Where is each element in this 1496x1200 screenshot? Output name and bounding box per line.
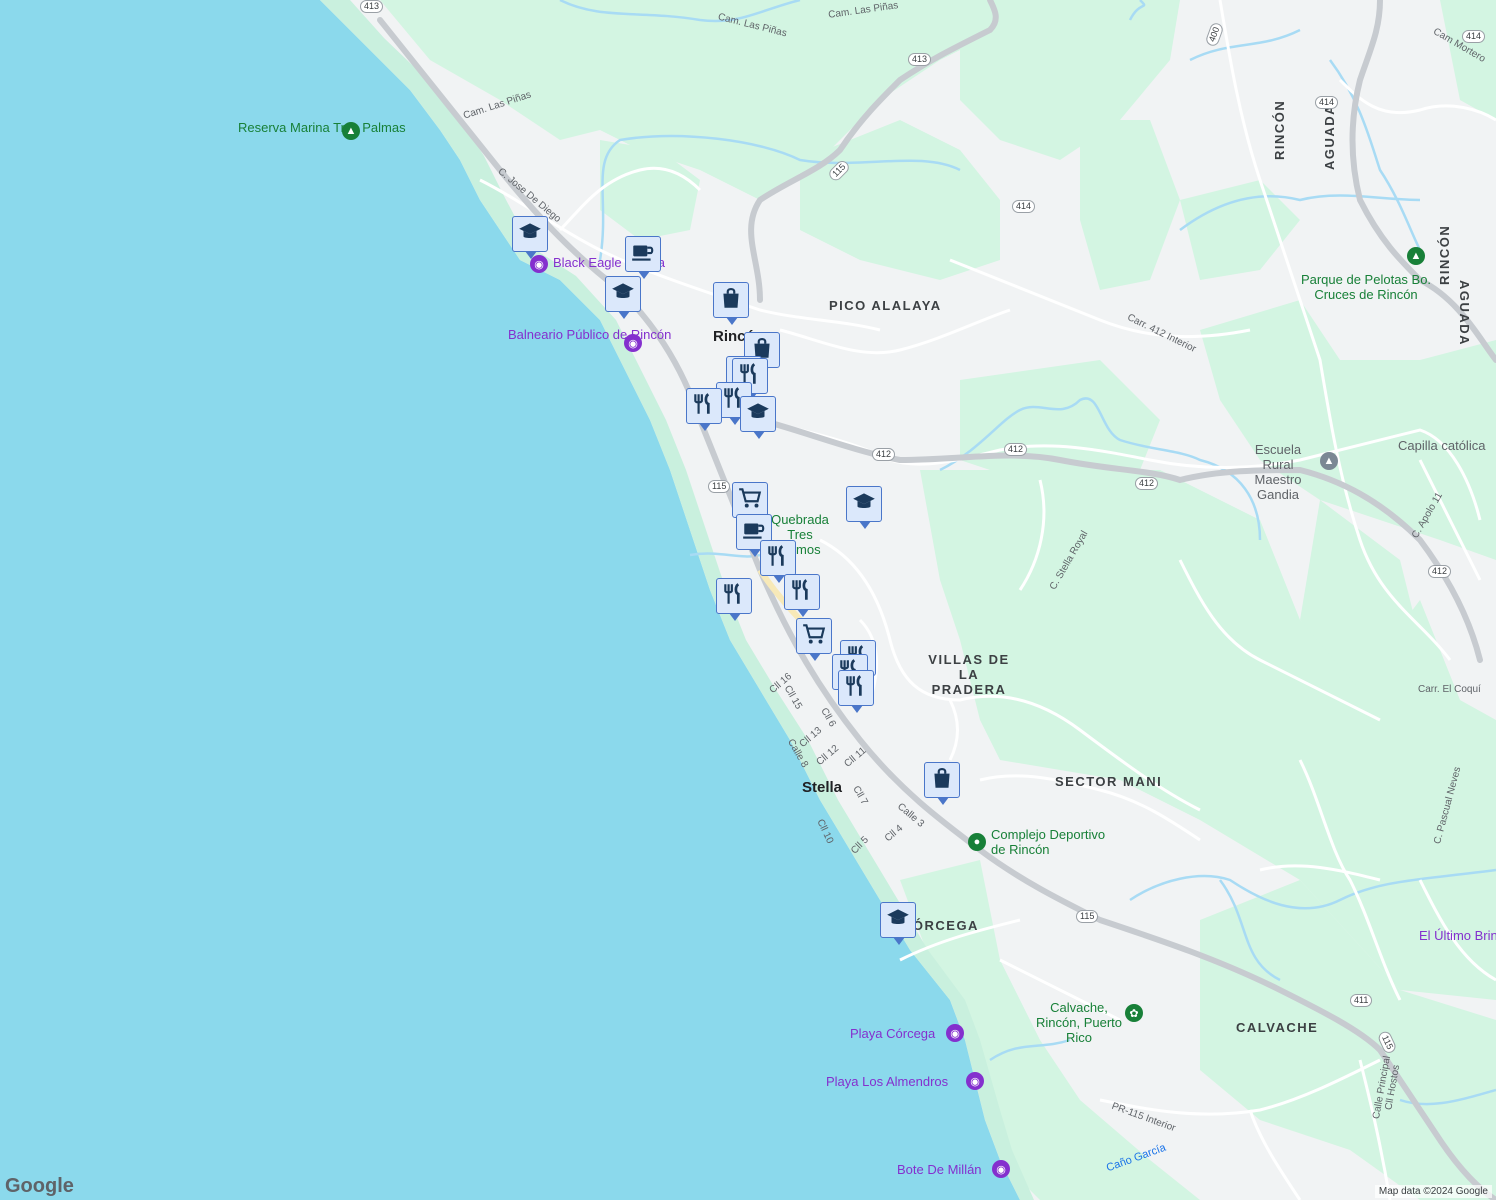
school-marker[interactable] [740, 396, 776, 439]
bag-marker[interactable] [713, 282, 749, 325]
school-icon [885, 905, 911, 936]
poi-label[interactable]: Complejo Deportivo de Rincón [991, 827, 1121, 857]
route-shield: 414 [1012, 200, 1036, 213]
poi-label[interactable]: Capilla católica [1398, 438, 1485, 453]
school-marker[interactable] [880, 902, 916, 945]
area-label: RINCÓN [1272, 99, 1287, 160]
restaurant-icon [789, 577, 815, 608]
poi-label[interactable]: Reserva Marina Tres Palmas [238, 120, 406, 135]
google-logo: Google [5, 1175, 74, 1197]
route-shield: 412 [872, 448, 896, 461]
poi-label[interactable]: El Último Brinco [1419, 928, 1496, 943]
area-label: VILLAS DE LA PRADERA [928, 652, 1010, 697]
restaurant-marker[interactable] [686, 388, 722, 431]
school-icon [517, 219, 543, 250]
coffee-icon [630, 239, 656, 270]
area-label: SECTOR MANI [1055, 774, 1163, 789]
bag-icon [929, 765, 955, 796]
restaurant-icon [691, 391, 717, 422]
school-icon[interactable]: ▲ [1320, 452, 1338, 470]
school-marker[interactable] [846, 486, 882, 529]
flower-icon[interactable]: ✿ [1125, 1004, 1143, 1022]
area-label: AGUADA [1457, 280, 1472, 347]
map-attribution[interactable]: Map data ©2024 Google [1374, 1185, 1492, 1198]
poi-label[interactable]: Bote De Millán [897, 1162, 982, 1177]
poi-label[interactable]: Parque de Pelotas Bo. Cruces de Rincón [1300, 272, 1432, 302]
camera-icon[interactable]: ◉ [624, 334, 642, 352]
restaurant-marker[interactable] [784, 574, 820, 617]
sports-icon[interactable]: ● [968, 833, 986, 851]
restaurant-marker[interactable] [760, 540, 796, 583]
school-icon [610, 279, 636, 310]
camera-icon[interactable]: ◉ [966, 1072, 984, 1090]
poi-label[interactable]: Escuela Rural Maestro Gandia [1238, 442, 1318, 502]
street-label: Carr. El Coquí [1418, 684, 1481, 695]
area-label: AGUADA [1322, 103, 1337, 170]
route-shield: 412 [1135, 477, 1159, 490]
area-label: PICO ALALAYA [829, 298, 942, 313]
tree-icon[interactable]: ▲ [1407, 247, 1425, 265]
restaurant-icon [765, 543, 791, 574]
route-shield: 413 [908, 53, 932, 66]
restaurant-icon [721, 581, 747, 612]
poi-label[interactable]: Playa Los Almendros [826, 1074, 948, 1089]
cart-icon [737, 485, 763, 516]
camera-icon[interactable]: ◉ [992, 1160, 1010, 1178]
camera-icon[interactable]: ◉ [946, 1024, 964, 1042]
route-shield: 412 [1004, 443, 1028, 456]
restaurant-marker[interactable] [838, 670, 874, 713]
school-marker[interactable] [605, 276, 641, 319]
school-marker[interactable] [512, 216, 548, 259]
cart-marker[interactable] [796, 618, 832, 661]
area-label: CALVACHE [1236, 1020, 1319, 1035]
route-shield: 412 [1428, 565, 1452, 578]
restaurant-icon [843, 673, 869, 704]
poi-label[interactable]: Balneario Público de Rincón [508, 327, 671, 342]
school-icon [851, 489, 877, 520]
route-shield: 414 [1462, 30, 1486, 43]
route-shield: 413 [360, 0, 384, 13]
route-shield: 414 [1315, 96, 1339, 109]
bag-icon [718, 285, 744, 316]
route-shield: 115 [1076, 910, 1099, 923]
route-shield: 411 [1350, 994, 1373, 1007]
area-label: RINCÓN [1437, 224, 1452, 285]
bag-marker[interactable] [924, 762, 960, 805]
cart-marker[interactable] [732, 482, 768, 525]
town-label: Stella [802, 779, 843, 796]
route-shield: 115 [708, 480, 731, 493]
poi-label[interactable]: Calvache, Rincón, Puerto Rico [1034, 1000, 1124, 1045]
coffee-marker[interactable] [625, 236, 661, 279]
cart-icon [801, 621, 827, 652]
restaurant-marker[interactable] [716, 578, 752, 621]
tree-icon[interactable]: ▲ [342, 122, 360, 140]
poi-label[interactable]: Playa Córcega [850, 1026, 935, 1041]
school-icon [745, 399, 771, 430]
